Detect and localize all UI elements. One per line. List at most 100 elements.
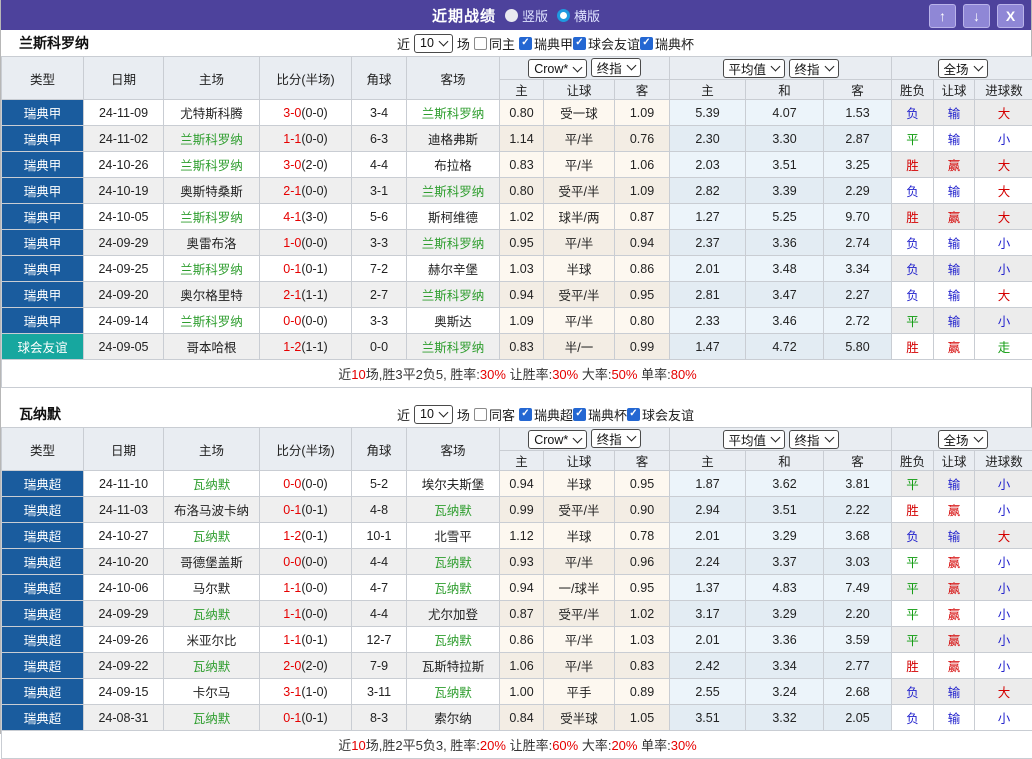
match-row: 瑞典超24-09-26米亚尔比1-1(0-1)12-7瓦纳默0.86平/半1.0… [2,627,1032,653]
avg-select[interactable]: 平均值 [723,430,786,449]
asia-handicap: 受平/半 [544,282,615,308]
date-cell: 24-09-15 [84,679,164,705]
asia-away-odds: 0.99 [615,334,670,360]
date-cell: 24-11-02 [84,126,164,152]
result-goals: 大 [975,679,1032,705]
asia-handicap: 受平/半 [544,497,615,523]
chevron-down-icon [438,37,448,47]
home-team-cell: 瓦纳默 [164,523,260,549]
asia-handicap: 平手 [544,679,615,705]
league-cell: 瑞典超 [2,523,84,549]
scope-select[interactable]: 全场 [938,430,988,449]
league-filter-checkbox[interactable]: ✓瑞典杯 [640,34,694,53]
chevron-down-icon [626,432,636,442]
league-filter-checkbox[interactable]: ✓瑞典杯 [573,405,627,424]
result-goals: 小 [975,126,1032,152]
league-filter-checkbox[interactable]: ✓球会友谊 [573,34,640,53]
corner-cell: 4-7 [352,575,407,601]
asia-handicap: 受一球 [544,100,615,126]
result-wdl: 平 [892,575,934,601]
avg-select[interactable]: 平均值 [723,59,786,78]
recent-count-select[interactable]: 10 [414,405,453,424]
same-venue-checkbox[interactable]: 同主 [474,34,515,53]
home-team-cell: 卡尔马 [164,679,260,705]
result-wdl: 负 [892,100,934,126]
asia-stage-select[interactable]: 终指 [591,58,641,77]
euro-home-odds: 1.27 [670,204,746,230]
result-goals: 小 [975,653,1032,679]
corner-cell: 6-3 [352,126,407,152]
euro-draw-odds: 4.72 [746,334,824,360]
euro-home-odds: 2.42 [670,653,746,679]
asia-handicap: 平/半 [544,308,615,334]
same-venue-checkbox[interactable]: 同客 [474,405,515,424]
asia-handicap: 受平/半 [544,178,615,204]
euro-stage-select[interactable]: 终指 [789,59,839,78]
checkbox-checked-icon: ✓ [519,37,532,50]
league-filter-checkbox[interactable]: ✓球会友谊 [627,405,694,424]
euro-home-odds: 1.47 [670,334,746,360]
asia-away-odds: 0.95 [615,282,670,308]
away-team-cell: 赫尔辛堡 [407,256,500,282]
checkbox-unchecked-icon [474,408,487,421]
match-row: 瑞典超24-11-10瓦纳默0-0(0-0)5-2埃尔夫斯堡0.94半球0.95… [2,471,1032,497]
team-section-landskrona: 兰斯科罗纳 近 10 场 同主 ✓瑞典甲✓球会友谊✓瑞典杯 [1,30,1031,388]
asia-away-odds: 1.02 [615,601,670,627]
corner-cell: 10-1 [352,523,407,549]
result-wdl: 胜 [892,204,934,230]
away-team-cell: 兰斯科罗纳 [407,178,500,204]
result-goals: 大 [975,282,1032,308]
score-cell: 1-2(0-1) [260,523,352,549]
asia-home-odds: 0.86 [500,627,544,653]
corner-cell: 7-9 [352,653,407,679]
result-wdl: 平 [892,126,934,152]
result-goals: 小 [975,497,1032,523]
euro-draw-odds: 5.25 [746,204,824,230]
league-cell: 瑞典超 [2,627,84,653]
league-filter-checkbox[interactable]: ✓瑞典超 [519,405,573,424]
summary-value: 50% [611,367,637,382]
euro-away-odds: 3.68 [824,523,892,549]
scope-select[interactable]: 全场 [938,59,988,78]
recent-count-select[interactable]: 10 [414,34,453,53]
team-section-varnamo: 瓦纳默 近 10 场 同客 ✓瑞典超✓瑞典杯✓球会友谊 [1,401,1031,759]
corner-cell: 5-6 [352,204,407,230]
close-button[interactable]: X [997,4,1024,28]
match-row: 瑞典甲24-10-05兰斯科罗纳4-1(3-0)5-6斯柯维德1.02球半/两0… [2,204,1032,230]
home-team-cell: 布洛马波卡纳 [164,497,260,523]
result-wdl: 负 [892,282,934,308]
euro-away-odds: 1.53 [824,100,892,126]
date-cell: 24-11-03 [84,497,164,523]
asia-away-odds: 0.86 [615,256,670,282]
asia-handicap: 半/一 [544,334,615,360]
euro-away-odds: 5.80 [824,334,892,360]
match-row: 瑞典甲24-09-14兰斯科罗纳0-0(0-0)3-3奥斯达1.09平/半0.8… [2,308,1032,334]
result-wdl: 平 [892,601,934,627]
asia-away-odds: 0.87 [615,204,670,230]
result-goals: 小 [975,575,1032,601]
layout-horizontal-radio[interactable]: 横版 [557,6,600,25]
league-filter-checkbox[interactable]: ✓瑞典甲 [519,34,573,53]
match-row: 瑞典甲24-11-09尤特斯科腾3-0(0-0)3-4兰斯科罗纳0.80受一球1… [2,100,1032,126]
col-type: 类型 [2,57,84,100]
bookmaker-select[interactable]: Crow* [528,430,587,449]
summary-value: 30% [552,367,578,382]
result-goals: 走 [975,334,1032,360]
score-cell: 1-1(0-0) [260,575,352,601]
col-result-goals: 进球数 [975,80,1032,100]
layout-vertical-radio[interactable]: 竖版 [505,6,548,25]
scroll-up-button[interactable]: ↑ [929,4,956,28]
euro-home-odds: 2.30 [670,126,746,152]
home-team-cell: 哥本哈根 [164,334,260,360]
result-goals: 大 [975,152,1032,178]
asia-handicap: 平/半 [544,653,615,679]
close-icon: X [1006,8,1015,24]
euro-away-odds: 3.59 [824,627,892,653]
scroll-down-button[interactable]: ↓ [963,4,990,28]
asia-stage-select[interactable]: 终指 [591,429,641,448]
asia-home-odds: 0.94 [500,575,544,601]
summary-label: 让胜率: [506,738,552,753]
home-team-cell: 瓦纳默 [164,705,260,731]
bookmaker-select[interactable]: Crow* [528,59,587,78]
euro-stage-select[interactable]: 终指 [789,430,839,449]
